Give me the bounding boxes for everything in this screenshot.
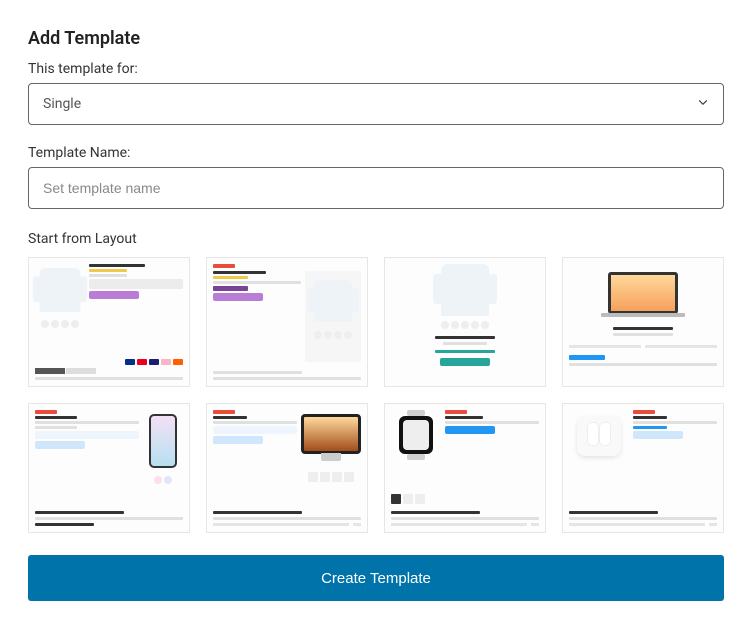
- layout-section-label: Start from Layout: [28, 231, 724, 247]
- template-name-label: Template Name:: [28, 145, 724, 161]
- layout-option-6[interactable]: [206, 403, 368, 533]
- layout-option-4[interactable]: [562, 257, 724, 387]
- layout-option-1[interactable]: [28, 257, 190, 387]
- template-for-value: Single: [43, 96, 81, 112]
- template-for-label: This template for:: [28, 61, 724, 77]
- layout-option-5[interactable]: [28, 403, 190, 533]
- layout-option-7[interactable]: [384, 403, 546, 533]
- layout-option-2[interactable]: [206, 257, 368, 387]
- layout-grid: [28, 257, 724, 533]
- page-title: Add Template: [28, 28, 724, 49]
- layout-option-8[interactable]: [562, 403, 724, 533]
- create-template-button[interactable]: Create Template: [28, 555, 724, 601]
- template-name-input[interactable]: [28, 167, 724, 209]
- template-for-select[interactable]: Single: [28, 83, 724, 125]
- layout-option-3[interactable]: [384, 257, 546, 387]
